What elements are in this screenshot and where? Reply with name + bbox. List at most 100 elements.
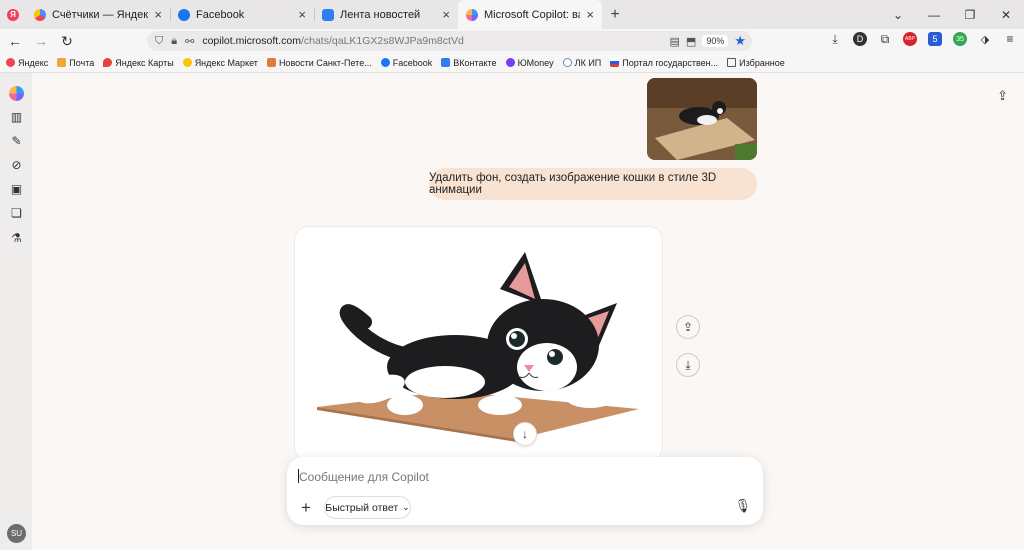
extension-badge-icon[interactable]: 5 — [928, 32, 942, 46]
uploaded-cat-photo[interactable] — [647, 78, 757, 160]
shield-icon[interactable]: ⛉ — [155, 35, 163, 48]
address-bar-actions: ▤ ⬒ 90% ★ — [670, 33, 746, 49]
bookmark-item[interactable]: ЛК ИП — [562, 57, 602, 68]
bookmark-item[interactable]: ЮMoney — [505, 58, 554, 68]
close-tab-icon[interactable]: × — [586, 7, 594, 22]
tab-title: Microsoft Copilot: ваш ИИ-пом — [484, 8, 580, 21]
copilot-icon — [466, 8, 478, 21]
arrow-down-icon: ↓ — [522, 427, 528, 441]
zoom-badge[interactable]: 90% — [702, 35, 729, 47]
facebook-icon — [178, 8, 190, 21]
close-tab-icon[interactable]: × — [442, 7, 450, 22]
bookmark-item[interactable]: Избранное — [727, 58, 785, 68]
user-message: Удалить фон, создать изображение кошки в… — [429, 168, 757, 200]
close-tab-icon[interactable]: × — [298, 7, 306, 22]
adblock-icon[interactable]: ABP — [903, 32, 917, 46]
tab-bar: Я Счётчики — Яндекс.Метрика × Facebook ×… — [0, 0, 1024, 29]
mail-icon — [57, 58, 67, 67]
restore-icon[interactable]: ❐ — [952, 8, 988, 22]
bookmark-label: Избранное — [739, 57, 785, 68]
bookmark-label: Яндекс Карты — [115, 57, 174, 68]
tab-facebook[interactable]: Facebook × — [170, 0, 314, 29]
new-chat-icon[interactable]: ✎ — [9, 133, 24, 148]
map-pin-icon — [103, 58, 113, 67]
url-path: /chats/qaLK1GX2s8WJPa9m8ctVd — [300, 35, 464, 47]
uploaded-photo-image — [647, 78, 757, 160]
tab-copilot[interactable]: Microsoft Copilot: ваш ИИ-пом × — [458, 0, 602, 29]
bookmark-label: Facebook — [392, 57, 433, 68]
browser-logo[interactable]: Я — [0, 0, 26, 29]
tabs-menu-icon[interactable]: ⌄ — [880, 8, 916, 22]
pages-icon[interactable]: ❏ — [9, 205, 24, 220]
extension-d-icon[interactable]: D — [853, 32, 867, 46]
yandex-logo-icon: Я — [7, 8, 19, 21]
url-text[interactable]: copilot.microsoft.com/chats/qaLK1GX2s8WJ… — [202, 35, 463, 47]
gosuslugi-icon — [610, 58, 620, 67]
yumoney-icon — [505, 58, 515, 67]
navigation-bar: ← → ↻ ⛉ 🔒︎ ⚯ copilot.microsoft.com/chats… — [0, 29, 1024, 53]
bookmark-label: Яндекс — [18, 57, 49, 68]
menu-icon[interactable]: ≡ — [1003, 32, 1017, 46]
bookmark-label: Портал государствен... — [622, 57, 719, 68]
bookmark-item[interactable]: Портал государствен... — [610, 58, 718, 68]
share-icon: ⇪ — [682, 320, 694, 334]
bookmark-item[interactable]: Почта — [57, 58, 94, 68]
discover-icon[interactable]: ⊘ — [9, 157, 24, 172]
microphone-button[interactable]: 🎙︎ — [734, 498, 751, 514]
bookmark-item[interactable]: Новости Санкт-Пете... — [266, 57, 372, 68]
bookmarks-bar: Яндекс Почта Яндекс Карты Яндекс Маркет … — [0, 53, 1024, 73]
downloads-icon[interactable]: ⤓ — [828, 32, 842, 46]
bookmark-label: Новости Санкт-Пете... — [278, 57, 372, 68]
image-gallery-icon[interactable]: ▣ — [9, 181, 24, 196]
response-mode-dropdown[interactable]: Быстрый ответ ⌄ — [324, 496, 411, 519]
site-settings-icon[interactable]: ⚯ — [185, 35, 194, 48]
scroll-down-button[interactable]: ↓ — [513, 422, 537, 446]
chat-area: ⇪ Удалить фон, создать изображение кошки… — [32, 73, 1024, 550]
bookmark-label: Яндекс Маркет — [194, 57, 258, 68]
attach-plus-button[interactable]: + — [295, 497, 317, 519]
facebook-icon — [380, 58, 390, 67]
tab-vk-feed[interactable]: Лента новостей × — [314, 0, 458, 29]
tab-title: Лента новостей — [340, 8, 421, 21]
close-tab-icon[interactable]: × — [154, 7, 162, 22]
lock-icon[interactable]: 🔒︎ — [171, 35, 177, 48]
download-image-button[interactable]: ⤓ — [676, 353, 700, 377]
bookmark-label: ЛК ИП — [574, 57, 602, 68]
bookmark-item[interactable]: ВКонтакте — [441, 58, 497, 68]
extension-green-icon[interactable]: 35 — [953, 32, 967, 46]
tab-title: Счётчики — Яндекс.Метрика — [52, 8, 149, 21]
labs-flask-icon[interactable]: ⚗ — [9, 230, 24, 245]
install-app-icon[interactable]: ⬒ — [686, 35, 696, 48]
reader-mode-icon[interactable]: ▤ — [670, 35, 680, 48]
generated-image-card[interactable] — [294, 226, 663, 461]
share-image-button[interactable]: ⇪ — [676, 315, 700, 339]
new-tab-button[interactable]: + — [602, 0, 628, 29]
mode-label: Быстрый ответ — [325, 501, 399, 514]
extensions-puzzle-icon[interactable]: ⧉ — [878, 32, 892, 46]
bookmark-item[interactable]: Яндекс Маркет — [182, 57, 258, 68]
bookmark-item[interactable]: Facebook — [380, 57, 433, 68]
copilot-logo-icon[interactable] — [9, 86, 24, 101]
window-controls: ⌄ — ❐ ✕ — [880, 0, 1024, 29]
copilot-sidebar: ▥ ✎ ⊘ ▣ ❏ ⚗ SU — [0, 73, 32, 550]
back-icon[interactable]: ← — [2, 33, 28, 49]
forward-icon[interactable]: → — [28, 33, 54, 49]
yandex-icon — [6, 58, 15, 67]
minimize-icon[interactable]: — — [916, 8, 952, 22]
profile-extension-icon[interactable]: ⬗ — [978, 32, 992, 46]
sidebar-toggle-icon[interactable]: ▥ — [9, 109, 24, 124]
user-avatar[interactable]: SU — [7, 524, 26, 543]
generated-cat-image — [317, 252, 639, 442]
message-input[interactable]: Сообщение для Copilot — [299, 470, 429, 484]
bookmark-item[interactable]: Яндекс — [6, 58, 48, 68]
folder-icon — [727, 58, 737, 67]
address-bar[interactable]: ⛉ 🔒︎ ⚯ copilot.microsoft.com/chats/qaLK1… — [147, 31, 752, 51]
metrika-icon — [34, 8, 46, 21]
reload-icon[interactable]: ↻ — [54, 33, 80, 50]
bookmark-item[interactable]: Яндекс Карты — [103, 57, 174, 68]
share-conversation-icon[interactable]: ⇪ — [997, 88, 1008, 104]
tab-metrika[interactable]: Счётчики — Яндекс.Метрика × — [26, 0, 170, 29]
bookmark-star-icon[interactable]: ★ — [734, 33, 746, 49]
close-window-icon[interactable]: ✕ — [988, 8, 1024, 22]
market-icon — [182, 58, 192, 67]
